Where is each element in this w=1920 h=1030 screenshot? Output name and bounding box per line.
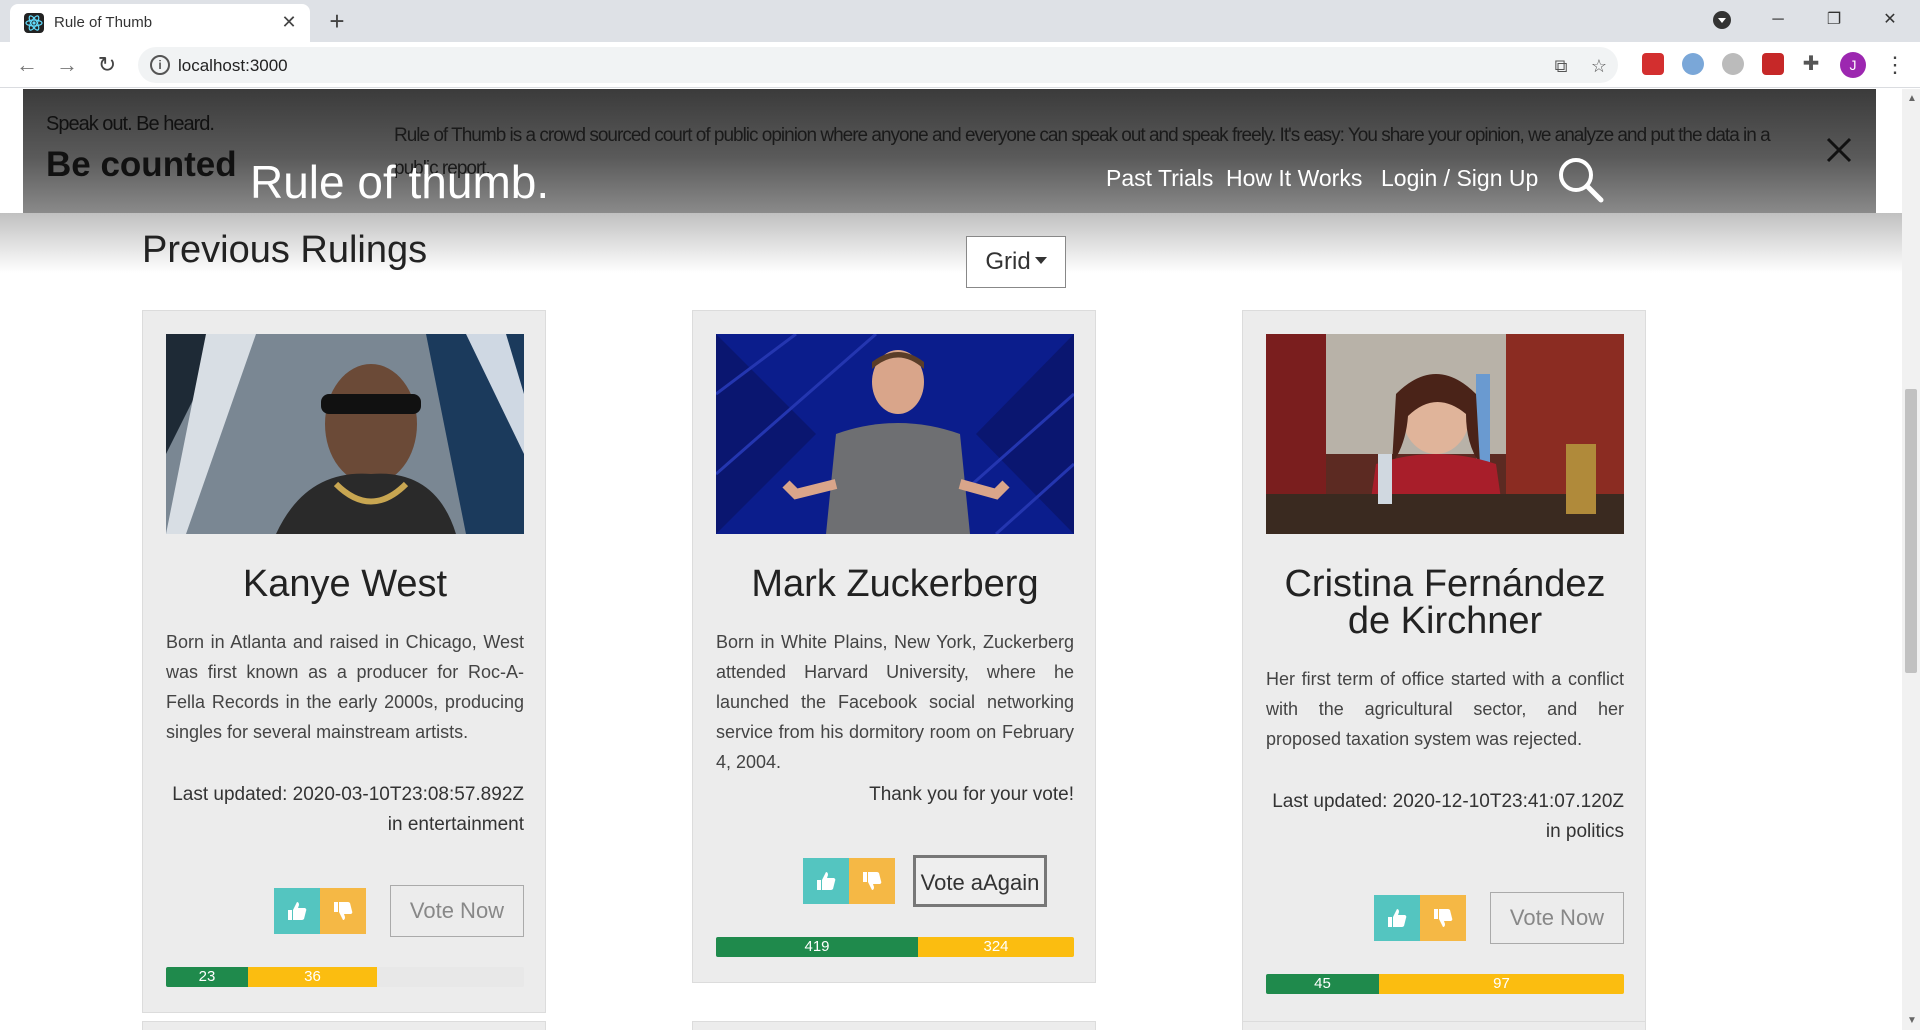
nav-login-signup[interactable]: Login / Sign Up: [1381, 165, 1538, 192]
back-icon[interactable]: ←: [12, 50, 42, 80]
thumbs-up-icon: [288, 902, 307, 920]
person-photo: [166, 334, 524, 534]
vote-bar: 45 97: [1266, 974, 1624, 994]
vote-bar: 23 36: [166, 967, 524, 987]
scrollbar-thumb[interactable]: [1905, 389, 1917, 673]
vote-again-button[interactable]: Vote aAgain: [913, 855, 1047, 907]
ruling-card: [142, 1021, 546, 1030]
minimize-icon[interactable]: ─: [1758, 4, 1798, 36]
url-text: localhost:3000: [178, 56, 288, 75]
thumbs-up-icon: [1388, 909, 1407, 927]
page-viewport: Speak out. Be heard. Be counted Rule of …: [0, 89, 1902, 1030]
page-title: Previous Rulings: [142, 229, 428, 271]
scroll-down-icon[interactable]: ▼: [1907, 1015, 1917, 1026]
extension-icon[interactable]: [1762, 53, 1784, 75]
vote-now-button[interactable]: Vote Now: [1490, 892, 1624, 944]
extensions-puzzle-icon[interactable]: ✚: [1800, 53, 1822, 75]
card-meta: Thank you for your vote!: [869, 784, 1074, 805]
browser-menu-icon[interactable]: ⋮: [1884, 50, 1906, 80]
browser-tab[interactable]: Rule of Thumb ✕: [10, 4, 310, 42]
view-mode-select[interactable]: Grid: [966, 236, 1066, 288]
ruling-card: [1242, 1021, 1646, 1030]
forward-icon[interactable]: →: [52, 50, 82, 80]
positive-votes: 45: [1266, 974, 1379, 994]
ruling-card: [692, 1021, 1096, 1030]
site-logo[interactable]: Rule of thumb.: [250, 155, 549, 209]
thumbs-down-icon: [334, 902, 353, 920]
pdf-extension-icon[interactable]: [1642, 53, 1664, 75]
card-description: Born in White Plains, New York, Zuckerbe…: [716, 632, 1074, 772]
thumbs-up-icon: [817, 872, 836, 890]
avatar[interactable]: J: [1840, 52, 1866, 78]
card-title: Mark Zuckerberg: [751, 563, 1039, 605]
address-bar[interactable]: i localhost:3000 ⧉ ☆: [138, 47, 1618, 83]
caret-down-icon: [1034, 257, 1047, 265]
page-scrollbar[interactable]: ▲ ▼: [1902, 89, 1920, 1030]
card-description: Her first term of office started with a …: [1266, 669, 1624, 749]
thumbs-down-button[interactable]: [320, 888, 366, 934]
thumbs-up-button[interactable]: [1374, 895, 1420, 941]
new-tab-button[interactable]: +: [322, 6, 352, 36]
browser-tabstrip: Rule of Thumb ✕ + ─ ❐ ✕: [0, 0, 1920, 42]
person-photo: [1266, 334, 1624, 534]
thumbs-up-button[interactable]: [803, 858, 849, 904]
negative-votes: 36: [248, 967, 377, 987]
translate-icon[interactable]: ⧉: [1550, 55, 1572, 77]
search-icon[interactable]: [1556, 155, 1606, 203]
close-tab-icon[interactable]: ✕: [278, 11, 300, 33]
card-title: Cristina Fernández de Kirchner: [1284, 563, 1606, 642]
close-banner-icon[interactable]: [1822, 133, 1856, 167]
card-description: Born in Atlanta and raised in Chicago, W…: [166, 632, 524, 742]
positive-votes: 23: [166, 967, 248, 987]
card-title: Kanye West: [242, 563, 448, 605]
profile-menu-icon[interactable]: [1702, 4, 1742, 36]
person-photo: [716, 334, 1074, 534]
vote-bar: 419 324: [716, 937, 1074, 957]
ruling-card: Mark Zuckerberg Born in White Plains, Ne…: [692, 310, 1096, 983]
browser-toolbar: ← → ↻ i localhost:3000 ⧉ ☆: [0, 42, 1920, 88]
bookmark-star-icon[interactable]: ☆: [1588, 55, 1610, 77]
ruling-card: Kanye West Born in Atlanta and raised in…: [142, 310, 546, 1013]
thumbs-down-icon: [1434, 909, 1453, 927]
thumbs-down-button[interactable]: [849, 858, 895, 904]
card-meta: Last updated: 2020-03-10T23:08:57.892Z i…: [172, 784, 524, 835]
vote-now-button[interactable]: Vote Now: [390, 885, 524, 937]
ruling-card: Cristina Fernández de Kirchner Her first…: [1242, 310, 1646, 1030]
scroll-up-icon[interactable]: ▲: [1907, 93, 1917, 104]
reload-icon[interactable]: ↻: [92, 50, 122, 80]
hero-heading: Be counted: [46, 145, 237, 184]
negative-votes: 97: [1379, 974, 1624, 994]
positive-votes: 419: [716, 937, 918, 957]
site-info-icon[interactable]: i: [150, 55, 170, 75]
view-mode-value: Grid: [985, 248, 1031, 275]
hero-tagline: Speak out. Be heard.: [46, 113, 215, 135]
thumbs-down-icon: [863, 872, 882, 890]
card-meta: Last updated: 2020-12-10T23:41:07.120Z i…: [1272, 791, 1624, 842]
thumbs-down-button[interactable]: [1420, 895, 1466, 941]
restore-icon[interactable]: ❐: [1814, 4, 1854, 36]
tab-title: Rule of Thumb: [54, 14, 153, 31]
record-extension-icon[interactable]: [1722, 53, 1744, 75]
nav-how-it-works[interactable]: How It Works: [1226, 165, 1362, 192]
close-window-icon[interactable]: ✕: [1870, 4, 1910, 36]
thumbs-up-button[interactable]: [274, 888, 320, 934]
extension-icon[interactable]: [1682, 53, 1704, 75]
nav-past-trials[interactable]: Past Trials: [1106, 165, 1213, 192]
react-favicon-icon: [24, 13, 44, 33]
negative-votes: 324: [918, 937, 1074, 957]
